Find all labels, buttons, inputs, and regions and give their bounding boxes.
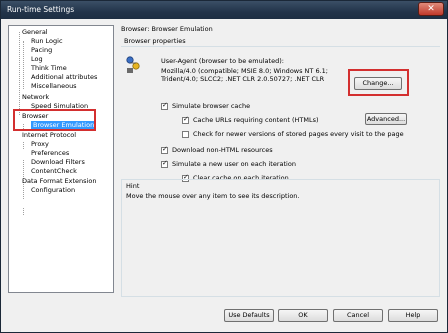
hint-title: Hint (126, 182, 140, 190)
tree-item-log[interactable]: Log (31, 55, 43, 64)
dialog-button-bar: Use Defaults OK Cancel Help (2, 302, 446, 332)
tree-connector (23, 208, 24, 215)
download-non-html-checkbox[interactable] (161, 145, 168, 154)
title-bar[interactable]: Run-time Settings ✕ (1, 1, 447, 19)
runtime-settings-window: Run-time Settings ✕ General Run Logic Pa… (0, 0, 448, 333)
user-agent-value: Mozilla/4.0 (compatible; MSIE 8.0; Windo… (161, 67, 328, 83)
dialog-body: General Run Logic Pacing Log Think Time … (2, 19, 446, 332)
change-highlight-box (348, 69, 409, 96)
tree-item-proxy[interactable]: Proxy (31, 140, 49, 149)
check-newer-checkbox[interactable] (182, 131, 189, 138)
tree-item-additional-attributes[interactable]: Additional attributes (31, 73, 97, 82)
tree-connector (23, 142, 24, 149)
tree-item-download-filters[interactable]: Download Filters (31, 158, 85, 167)
group-divider (121, 46, 440, 47)
tree-item-think-time[interactable]: Think Time (31, 64, 67, 73)
group-title: Browser properties (124, 37, 186, 45)
cancel-button[interactable]: Cancel (333, 309, 383, 322)
tree-item-run-logic[interactable]: Run Logic (31, 37, 63, 46)
cache-urls-checkbox[interactable] (182, 115, 189, 124)
check-newer-label: Check for newer versions of stored pages… (193, 130, 404, 138)
simulate-cache-label: Simulate browser cache (172, 102, 251, 110)
new-user-checkbox[interactable] (161, 159, 168, 168)
close-button[interactable]: ✕ (418, 2, 444, 16)
tree-item-contentcheck[interactable]: ContentCheck (31, 167, 77, 176)
new-user-label: Simulate a new user on each iteration (172, 160, 296, 168)
browser-highlight-box (13, 109, 96, 131)
browser-agent-icon (126, 56, 140, 73)
hint-text: Move the mouse over any item to see its … (126, 192, 300, 200)
simulate-cache-checkbox[interactable] (161, 101, 168, 110)
help-button[interactable]: Help (388, 309, 438, 322)
tree-item-internet-protocol[interactable]: Internet Protocol (22, 131, 76, 140)
tree-item-general[interactable]: General (22, 28, 48, 37)
tree-item-configuration[interactable]: Configuration (31, 186, 75, 195)
browser-properties-group: Browser properties User-Agent (browser t… (121, 35, 440, 195)
user-agent-label: User-Agent (browser to be emulated): (161, 57, 284, 65)
tree-item-data-format-extension[interactable]: Data Format Extension (22, 177, 96, 186)
hint-box: Hint Move the mouse over any item to see… (121, 179, 440, 297)
tree-item-network[interactable]: Network (22, 93, 49, 102)
tree-connector (23, 41, 24, 89)
ok-button[interactable]: OK (278, 309, 328, 322)
tree-connector (19, 32, 20, 115)
page-title: Browser: Browser Emulation (121, 25, 213, 33)
tree-item-preferences[interactable]: Preferences (31, 149, 69, 158)
cache-urls-label: Cache URLs requiring content (HTMLs) (193, 116, 319, 124)
tree-item-pacing[interactable]: Pacing (31, 46, 52, 55)
window-title: Run-time Settings (7, 5, 75, 14)
download-non-html-label: Download non-HTML resources (172, 146, 273, 154)
settings-tree[interactable]: General Run Logic Pacing Log Think Time … (8, 25, 114, 293)
use-defaults-button[interactable]: Use Defaults (224, 309, 274, 322)
advanced-button[interactable]: Advanced... (365, 113, 407, 125)
tree-item-miscellaneous[interactable]: Miscellaneous (31, 82, 77, 91)
